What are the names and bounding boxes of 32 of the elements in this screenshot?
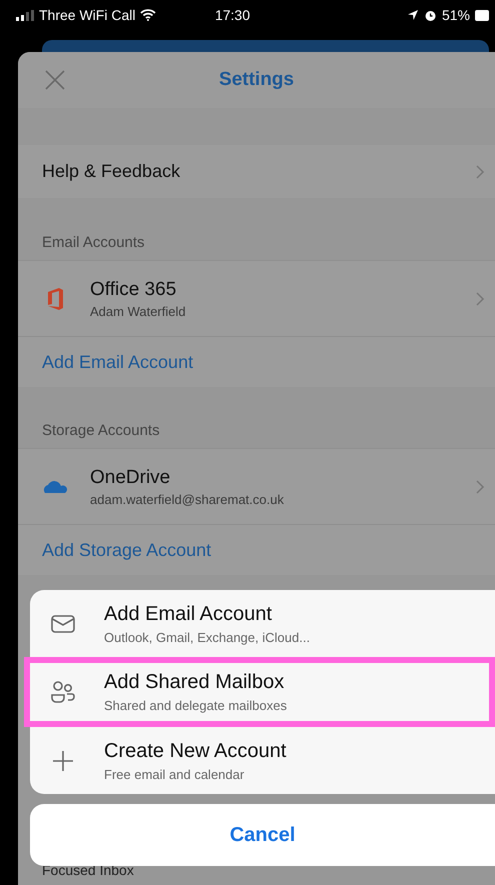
chevron-icon [475, 290, 485, 306]
action-item[interactable]: Add Email Account Outlook, Gmail, Exchange, iCloud... [30, 590, 495, 657]
battery-icon [474, 10, 489, 20]
action-item[interactable]: Create New Account Free email and calendar [30, 727, 495, 794]
cancel-button[interactable]: Cancel [30, 804, 495, 866]
action-title: Add Email Account [104, 602, 273, 626]
wifi-icon [140, 9, 156, 21]
help-label: Help & Feedback [42, 161, 182, 182]
account-row[interactable]: OneDrive adam.waterfield@sharemat.co.uk [18, 449, 495, 524]
account-row[interactable]: Office 365 Adam Waterfield [18, 261, 495, 336]
chevron-icon [475, 478, 485, 494]
chevron-icon [475, 164, 485, 180]
people-icon [50, 679, 76, 705]
carrier-label: Three WiFi Call [39, 7, 136, 23]
alarm-icon [424, 8, 437, 22]
location-icon [406, 9, 419, 21]
account-name: OneDrive [90, 466, 172, 488]
signal-icon [16, 10, 34, 20]
account-detail: Adam Waterfield [90, 304, 187, 318]
action-title: Add Shared Mailbox [104, 671, 286, 694]
action-subtitle: Outlook, Gmail, Exchange, iCloud... [104, 630, 310, 644]
action-subtitle: Free email and calendar [104, 766, 246, 782]
account-name: Office 365 [90, 278, 178, 300]
action-title: Create New Account [104, 740, 286, 762]
action-item[interactable]: Add Shared Mailbox Shared and delegate mailboxes [24, 657, 495, 727]
close-icon[interactable] [44, 69, 66, 91]
account-detail: adam.waterfield@sharemat.co.uk [90, 492, 285, 506]
action-subtitle: Shared and delegate mailboxes [104, 698, 287, 713]
help-row[interactable]: Help & Feedback [18, 145, 495, 198]
clock-time: 17:30 [214, 7, 252, 23]
battery-percent: 51% [442, 7, 470, 23]
settings-title: Settings [218, 69, 295, 91]
